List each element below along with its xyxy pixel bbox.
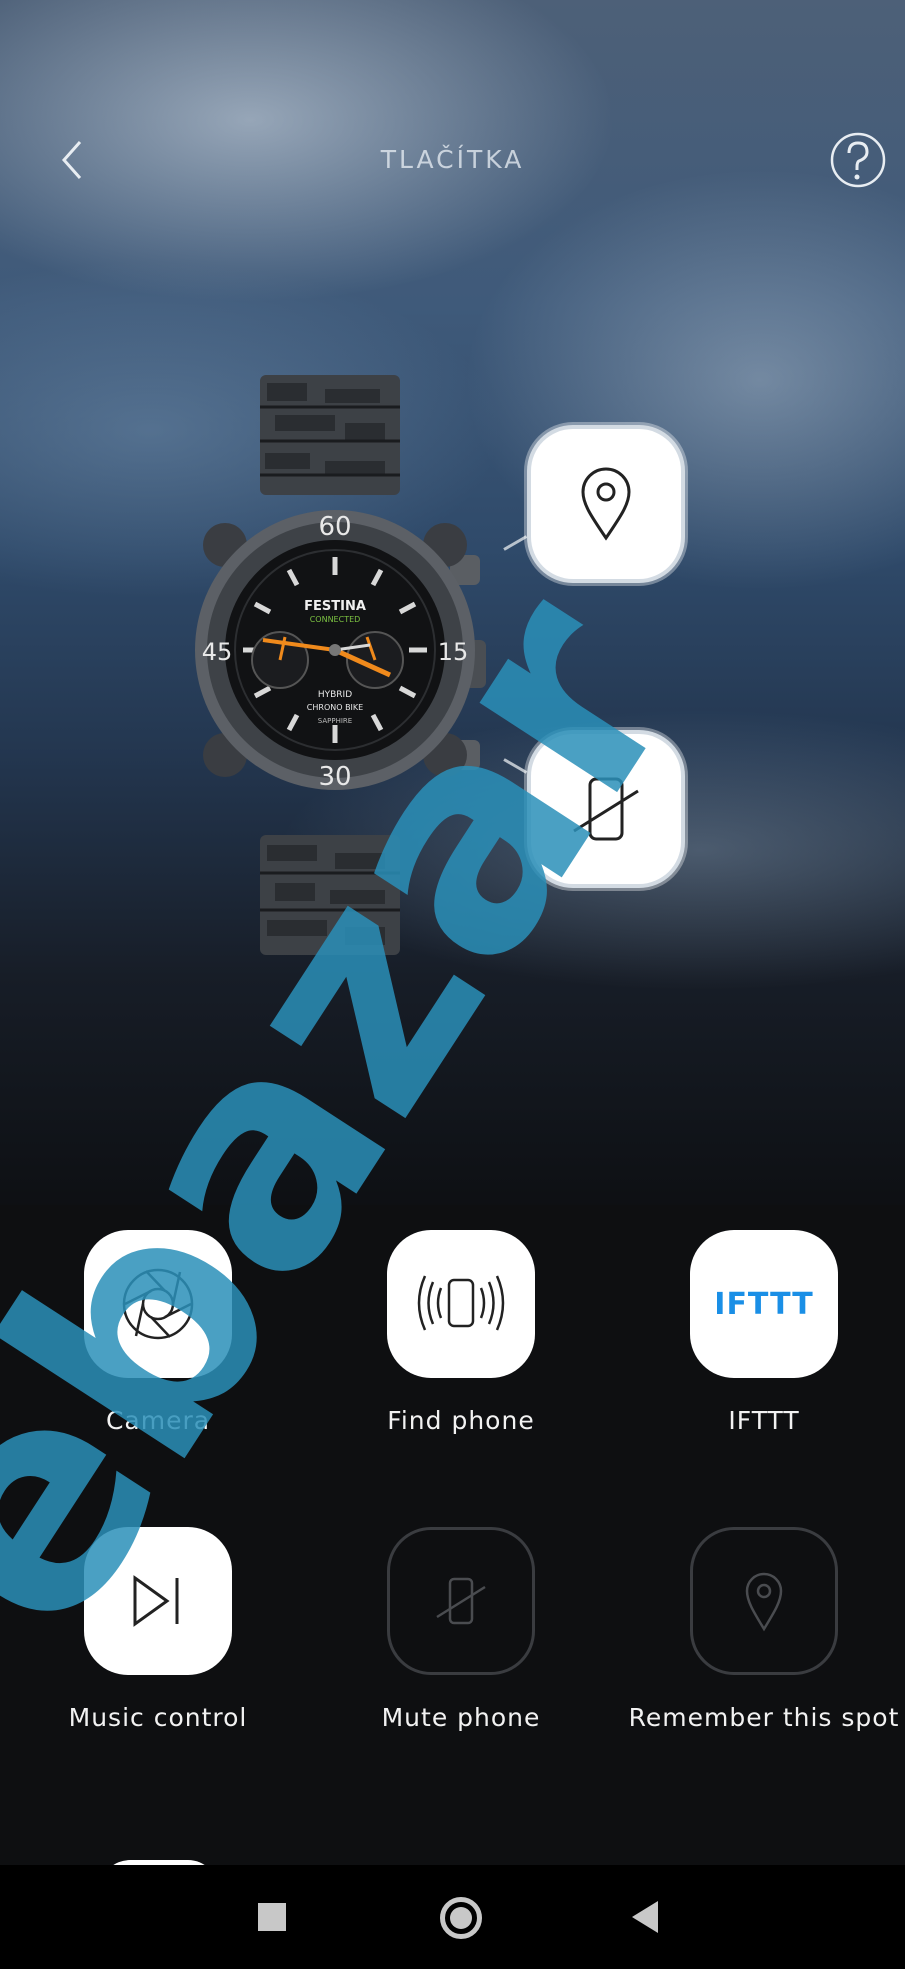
watch-model-line1: HYBRID bbox=[318, 690, 352, 700]
camera-tile-button[interactable] bbox=[84, 1230, 232, 1378]
page-title: TLAČÍTKA bbox=[380, 145, 525, 174]
top-button-assignment[interactable] bbox=[527, 425, 685, 583]
bezel-number: 60 bbox=[318, 512, 351, 542]
watch-subbrand: CONNECTED bbox=[310, 615, 361, 624]
function-label: Mute phone bbox=[381, 1703, 541, 1732]
function-label: Find phone bbox=[387, 1406, 535, 1435]
home-button[interactable] bbox=[440, 1897, 482, 1939]
app-screen: TLAČÍTKA 60 15 30 45 FESTINA CONNECTED H… bbox=[0, 0, 905, 1969]
location-pin-icon bbox=[581, 467, 631, 541]
watch-model-line2: CHRONO BIKE bbox=[307, 703, 363, 712]
watch-brand: FESTINA bbox=[304, 599, 366, 614]
ifttt-logo: IFTTT bbox=[714, 1286, 814, 1322]
bezel-number: 15 bbox=[438, 638, 469, 666]
vibrating-phone-icon bbox=[417, 1275, 505, 1331]
function-tile-mute-phone: Mute phone bbox=[311, 1527, 611, 1735]
music-control-tile-button[interactable] bbox=[84, 1527, 232, 1675]
nav-back-button[interactable] bbox=[632, 1901, 658, 1933]
location-pin-icon bbox=[745, 1572, 783, 1632]
function-tile-ifttt[interactable]: IFTTT IFTTT bbox=[614, 1230, 905, 1438]
function-tile-camera[interactable]: Camera bbox=[8, 1230, 308, 1438]
function-label: Camera bbox=[105, 1406, 211, 1435]
mute-phone-tile-button bbox=[387, 1527, 535, 1675]
mute-phone-icon bbox=[436, 1577, 486, 1625]
function-tile-find-phone[interactable]: Find phone bbox=[311, 1230, 611, 1438]
bottom-button-assignment[interactable] bbox=[527, 730, 685, 888]
camera-shutter-icon bbox=[122, 1268, 194, 1340]
function-tile-remember-spot: Remember this spot bbox=[614, 1527, 905, 1735]
ifttt-tile-button[interactable]: IFTTT bbox=[690, 1230, 838, 1378]
top-bar: TLAČÍTKA bbox=[0, 110, 905, 210]
remember-spot-tile-button bbox=[690, 1527, 838, 1675]
system-nav-bar bbox=[0, 1865, 905, 1969]
question-mark-icon bbox=[830, 132, 886, 188]
function-label: Remember this spot bbox=[628, 1703, 900, 1732]
function-tile-music-control[interactable]: Music control bbox=[8, 1527, 308, 1735]
find-phone-tile-button[interactable] bbox=[387, 1230, 535, 1378]
mute-phone-icon bbox=[573, 777, 639, 841]
function-label: IFTTT bbox=[728, 1406, 800, 1435]
play-next-icon bbox=[133, 1575, 179, 1627]
functions-panel: Camera Find phone IFTTT IFTTT Music cont… bbox=[0, 1205, 905, 1900]
watch-illustration: 60 15 30 45 FESTINA CONNECTED HYBRID CHR… bbox=[175, 375, 505, 955]
recent-apps-button[interactable] bbox=[258, 1903, 286, 1931]
bezel-number: 30 bbox=[318, 762, 351, 792]
watch-model-line3: SAPPHIRE bbox=[318, 717, 352, 725]
bezel-number: 45 bbox=[202, 638, 233, 666]
function-label: Music control bbox=[68, 1703, 248, 1732]
help-button[interactable] bbox=[828, 130, 888, 190]
